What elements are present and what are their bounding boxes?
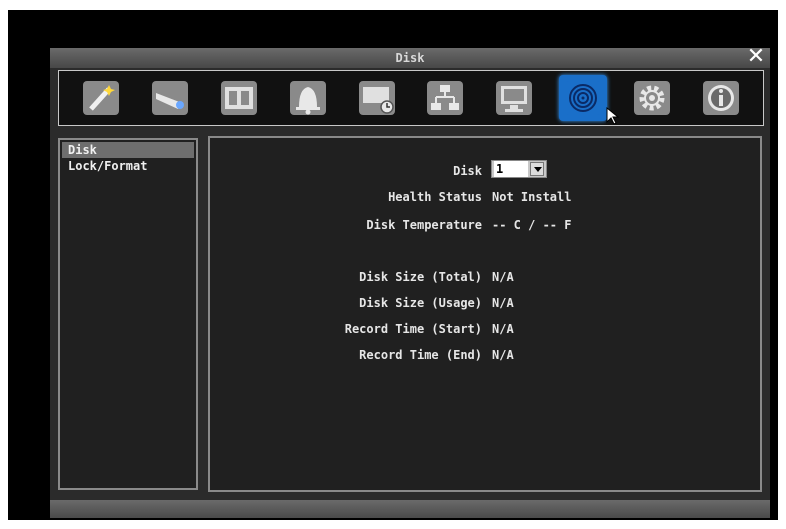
record-button[interactable] (215, 75, 263, 121)
sidebar-item-disk[interactable]: Disk (62, 142, 194, 158)
disk-select-value: 1 (494, 161, 528, 177)
camera-button[interactable] (146, 75, 194, 121)
record-time-start-value: N/A (492, 322, 514, 336)
health-status-value: Not Install (492, 190, 572, 204)
sidebar-menu: Disk Lock/Format (58, 138, 198, 490)
disk-temperature-label: Disk Temperature (366, 218, 482, 232)
close-button[interactable]: ✕ (746, 45, 766, 69)
disk-size-total-label: Disk Size (Total) (359, 270, 482, 284)
info-icon (702, 81, 739, 115)
disk-size-usage-value: N/A (492, 296, 514, 310)
disk-size-usage-row: Disk Size (Usage) N/A (210, 294, 764, 312)
alarm-button[interactable] (284, 75, 332, 121)
disk-size-total-row: Disk Size (Total) N/A (210, 268, 764, 286)
record-time-end-row: Record Time (End) N/A (210, 346, 764, 364)
wizard-icon (83, 81, 120, 115)
disk-select[interactable]: 1 (491, 160, 547, 178)
health-status-row: Health Status Not Install (210, 188, 764, 206)
disk-button[interactable] (558, 75, 607, 121)
schedule-icon (358, 81, 395, 115)
info-button[interactable] (697, 75, 745, 121)
disk-size-usage-label: Disk Size (Usage) (359, 296, 482, 310)
film-icon (220, 81, 257, 115)
camera-icon (152, 81, 189, 115)
disk-size-total-value: N/A (492, 270, 514, 284)
chevron-down-icon[interactable] (530, 162, 544, 176)
network-icon (427, 81, 464, 115)
disk-temperature-value: -- C / -- F (492, 218, 572, 232)
display-icon (496, 81, 533, 115)
window-titlebar: Disk ✕ (50, 45, 770, 69)
main-toolbar (58, 70, 764, 126)
disk-icon (564, 81, 601, 115)
disk-label: Disk (453, 164, 482, 178)
display-button[interactable] (490, 75, 538, 121)
schedule-button[interactable] (353, 75, 401, 121)
record-time-end-value: N/A (492, 348, 514, 362)
alarm-bell-icon (289, 81, 326, 115)
gear-icon (633, 81, 670, 115)
dvr-screen: Disk ✕ Disk Lock/Format Disk 1 Health St… (8, 10, 778, 520)
record-time-start-label: Record Time (Start) (344, 322, 482, 336)
status-bar (50, 500, 770, 518)
disk-temperature-row: Disk Temperature -- C / -- F (210, 216, 764, 234)
wizard-button[interactable] (77, 75, 125, 121)
record-time-start-row: Record Time (Start) N/A (210, 320, 764, 338)
disk-row: Disk (210, 162, 764, 180)
health-status-label: Health Status (388, 190, 482, 204)
settings-button[interactable] (628, 75, 676, 121)
disk-info-panel: Disk 1 Health Status Not Install Disk Te… (208, 136, 762, 492)
sidebar-item-lock-format[interactable]: Lock/Format (62, 158, 194, 174)
record-time-end-label: Record Time (End) (359, 348, 482, 362)
network-button[interactable] (421, 75, 469, 121)
window-title: Disk (395, 51, 425, 65)
mouse-cursor-icon (606, 107, 620, 125)
